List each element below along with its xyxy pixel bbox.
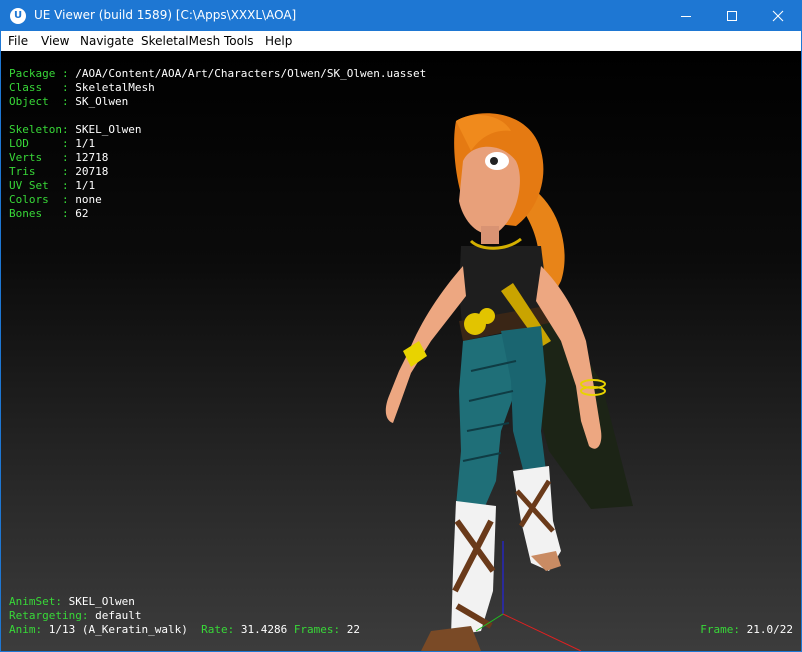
maximize-button[interactable] — [709, 1, 755, 31]
bones-value: 62 — [75, 207, 89, 220]
class-label: Class : — [9, 81, 76, 94]
frames-value: 22 — [346, 623, 361, 636]
menu-help[interactable]: Help — [265, 34, 292, 48]
lod-value: 1/1 — [75, 137, 96, 150]
mesh-info-panel: Package : /AOA/Content/AOA/Art/Character… — [9, 67, 426, 221]
verts-value: 12718 — [75, 151, 109, 164]
3d-viewport[interactable]: Package : /AOA/Content/AOA/Art/Character… — [1, 51, 801, 651]
skeleton-value: SKEL_Olwen — [75, 123, 142, 136]
bones-label: Bones : — [9, 207, 76, 220]
colors-value: none — [75, 193, 102, 206]
skeleton-label: Skeleton: — [9, 123, 76, 136]
package-value: /AOA/Content/AOA/Art/Characters/Olwen/SK… — [75, 67, 427, 80]
uvset-value: 1/1 — [75, 179, 96, 192]
close-button[interactable] — [755, 1, 801, 31]
maximize-icon — [727, 11, 737, 21]
frame-counter: Frame: 21.0/22 — [700, 623, 793, 637]
colors-label: Colors : — [9, 193, 76, 206]
lod-label: LOD : — [9, 137, 76, 150]
menu-skeletalmesh[interactable]: SkeletalMesh — [141, 34, 220, 48]
menu-bar: File View Navigate SkeletalMesh Tools He… — [1, 31, 801, 51]
object-value: SK_Olwen — [75, 95, 129, 108]
animset-label: AnimSet: — [9, 595, 69, 608]
menu-tools[interactable]: Tools — [224, 34, 254, 48]
window-title: UE Viewer (build 1589) [C:\Apps\XXXL\AOA… — [34, 8, 297, 22]
animset-value: SKEL_Olwen — [68, 595, 135, 608]
minimize-button[interactable] — [663, 1, 709, 31]
retargeting-value: default — [95, 609, 142, 622]
package-label: Package : — [9, 67, 76, 80]
menu-navigate[interactable]: Navigate — [80, 34, 134, 48]
rate-label: Rate: — [201, 623, 241, 636]
uvset-label: UV Set : — [9, 179, 76, 192]
app-window: U UE Viewer (build 1589) [C:\Apps\XXXL\A… — [0, 0, 802, 652]
unreal-logo-icon: U — [10, 8, 26, 24]
anim-label: Anim: — [9, 623, 49, 636]
verts-label: Verts : — [9, 151, 76, 164]
anim-info-panel: AnimSet: SKEL_Olwen Retargeting: default… — [9, 595, 360, 637]
title-bar[interactable]: U UE Viewer (build 1589) [C:\Apps\XXXL\A… — [1, 1, 801, 31]
tris-value: 20718 — [75, 165, 109, 178]
frame-label: Frame: — [700, 623, 747, 636]
tris-label: Tris : — [9, 165, 76, 178]
menu-view[interactable]: View — [41, 34, 69, 48]
rate-value: 31.4286 — [240, 623, 288, 636]
retargeting-label: Retargeting: — [9, 609, 96, 622]
frame-value: 21.0/22 — [746, 623, 793, 636]
frames-label: Frames: — [293, 623, 347, 636]
object-label: Object : — [9, 95, 76, 108]
menu-file[interactable]: File — [8, 34, 28, 48]
minimize-icon — [681, 16, 691, 17]
anim-value: 1/13 (A_Keratin_walk) — [48, 623, 188, 636]
class-value: SkeletalMesh — [75, 81, 155, 94]
close-icon — [772, 10, 784, 22]
